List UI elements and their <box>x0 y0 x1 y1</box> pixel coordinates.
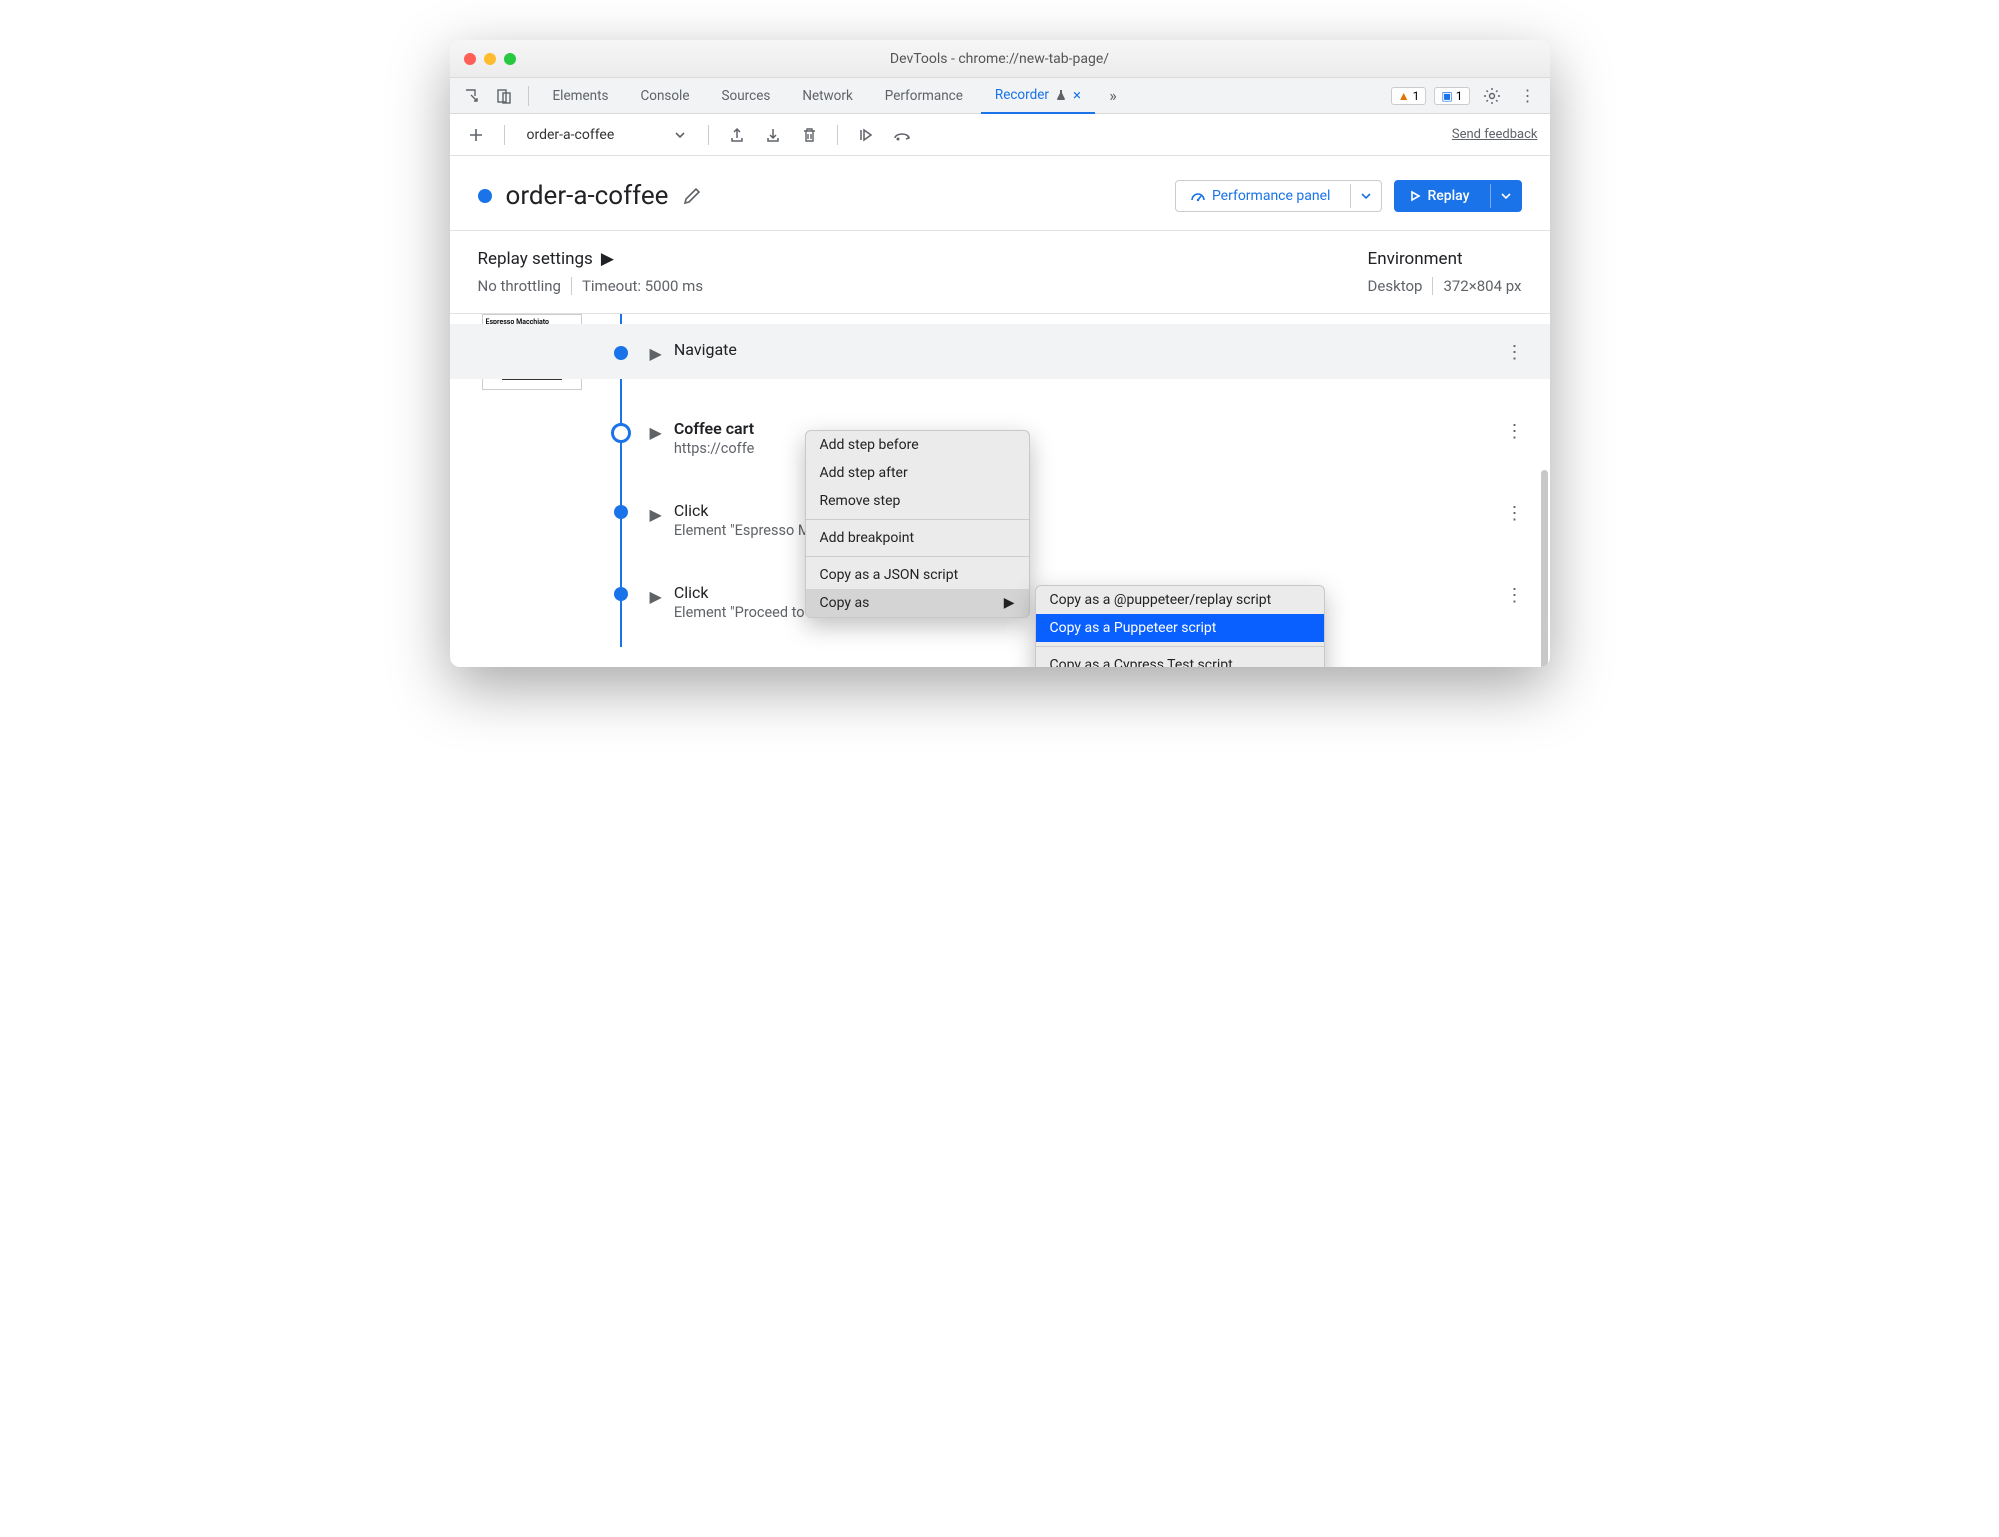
tab-recorder[interactable]: Recorder × <box>981 78 1095 114</box>
send-feedback-link[interactable]: Send feedback <box>1452 127 1538 142</box>
step-subtitle: https://coffe <box>674 440 754 457</box>
gauge-icon <box>1190 188 1206 204</box>
timeline-marker <box>614 346 628 360</box>
tab-performance[interactable]: Performance <box>871 78 977 114</box>
device-icon[interactable] <box>490 82 518 110</box>
chevron-right-icon: ▶ <box>650 587 662 606</box>
devtools-tabs: Elements Console Sources Network Perform… <box>450 78 1550 114</box>
tab-console[interactable]: Console <box>626 78 703 114</box>
context-menu: Add step before Add step after Remove st… <box>805 430 1030 618</box>
recording-selector[interactable]: order-a-coffee <box>519 127 695 143</box>
step-title: Coffee cart <box>674 419 754 438</box>
separator <box>504 125 505 145</box>
context-submenu: Copy as a @puppeteer/replay script Copy … <box>1035 585 1325 667</box>
recorder-toolbar: order-a-coffee Send feedback <box>450 114 1550 156</box>
replay-button[interactable]: Replay <box>1394 180 1521 212</box>
chevron-down-icon[interactable] <box>1350 184 1381 208</box>
recording-header: order-a-coffee Performance panel Replay <box>450 156 1550 231</box>
messages-badge[interactable]: ▣1 <box>1434 87 1469 105</box>
chevron-down-icon <box>674 129 686 141</box>
delete-icon[interactable] <box>795 121 823 149</box>
step-menu-icon[interactable]: ⋮ <box>1506 585 1522 606</box>
timeline-marker <box>611 423 631 443</box>
import-icon[interactable] <box>759 121 787 149</box>
status-dot <box>478 189 492 203</box>
step-over-icon[interactable] <box>888 121 916 149</box>
kebab-icon[interactable]: ⋮ <box>1514 82 1542 110</box>
chevron-right-icon: ▶ <box>650 344 662 363</box>
chevron-right-icon: ▶ <box>1004 595 1015 611</box>
menu-divider <box>806 519 1029 520</box>
step-title: Navigate <box>674 340 737 359</box>
menu-item-copy-cypress[interactable]: Copy as a Cypress Test script <box>1036 651 1324 667</box>
separator <box>528 86 529 106</box>
timeline-marker <box>614 587 628 601</box>
close-tab-icon[interactable]: × <box>1073 86 1081 104</box>
add-icon[interactable] <box>462 121 490 149</box>
chevron-down-icon[interactable] <box>1490 184 1521 208</box>
menu-item-copy-puppeteer[interactable]: Copy as a Puppeteer script <box>1036 614 1324 642</box>
devtools-window: DevTools - chrome://new-tab-page/ Elemen… <box>450 40 1550 667</box>
tab-elements[interactable]: Elements <box>539 78 623 114</box>
menu-item-add-after[interactable]: Add step after <box>806 459 1029 487</box>
step-row[interactable]: ▶ Navigate ⋮ <box>450 324 1550 379</box>
settings-icon[interactable] <box>1478 82 1506 110</box>
window-title: DevTools - chrome://new-tab-page/ <box>450 51 1550 67</box>
separator <box>708 125 709 145</box>
titlebar: DevTools - chrome://new-tab-page/ <box>450 40 1550 78</box>
chevron-right-icon: ▶ <box>650 505 662 524</box>
export-icon[interactable] <box>723 121 751 149</box>
message-icon: ▣ <box>1441 89 1452 103</box>
menu-divider <box>806 556 1029 557</box>
menu-item-add-before[interactable]: Add step before <box>806 431 1029 459</box>
menu-item-copy-json[interactable]: Copy as a JSON script <box>806 561 1029 589</box>
step-menu-icon[interactable]: ⋮ <box>1506 503 1522 524</box>
tab-sources[interactable]: Sources <box>708 78 785 114</box>
chevron-right-icon: ▶ <box>601 249 614 269</box>
step-menu-icon[interactable]: ⋮ <box>1506 421 1522 442</box>
environment-values: Desktop372×804 px <box>1368 277 1522 295</box>
menu-item-breakpoint[interactable]: Add breakpoint <box>806 524 1029 552</box>
separator <box>837 125 838 145</box>
play-icon <box>1409 190 1421 202</box>
edit-icon[interactable] <box>682 186 702 206</box>
settings-row: Replay settings▶ No throttlingTimeout: 5… <box>450 231 1550 314</box>
timeline-marker <box>614 505 628 519</box>
step-menu-icon[interactable]: ⋮ <box>1506 342 1522 363</box>
menu-item-copy-as[interactable]: Copy as▶ <box>806 589 1029 617</box>
step-icon[interactable] <box>852 121 880 149</box>
more-tabs-icon[interactable]: » <box>1099 82 1127 110</box>
replay-settings-header[interactable]: Replay settings▶ <box>478 249 704 269</box>
menu-item-remove[interactable]: Remove step <box>806 487 1029 515</box>
warning-icon: ▲ <box>1398 89 1410 103</box>
performance-panel-button[interactable]: Performance panel <box>1175 180 1383 212</box>
tab-label: Recorder <box>995 87 1049 103</box>
environment-header: Environment <box>1368 249 1522 269</box>
recording-title: order-a-coffee <box>506 181 669 211</box>
menu-divider <box>1036 646 1324 647</box>
tab-network[interactable]: Network <box>788 78 866 114</box>
scrollbar[interactable] <box>1541 470 1548 667</box>
menu-item-copy-replay[interactable]: Copy as a @puppeteer/replay script <box>1036 586 1324 614</box>
inspect-icon[interactable] <box>458 82 486 110</box>
chevron-right-icon: ▶ <box>650 423 662 442</box>
flask-icon <box>1055 89 1067 101</box>
replay-settings-values: No throttlingTimeout: 5000 ms <box>478 277 704 295</box>
warnings-badge[interactable]: ▲1 <box>1391 87 1427 105</box>
